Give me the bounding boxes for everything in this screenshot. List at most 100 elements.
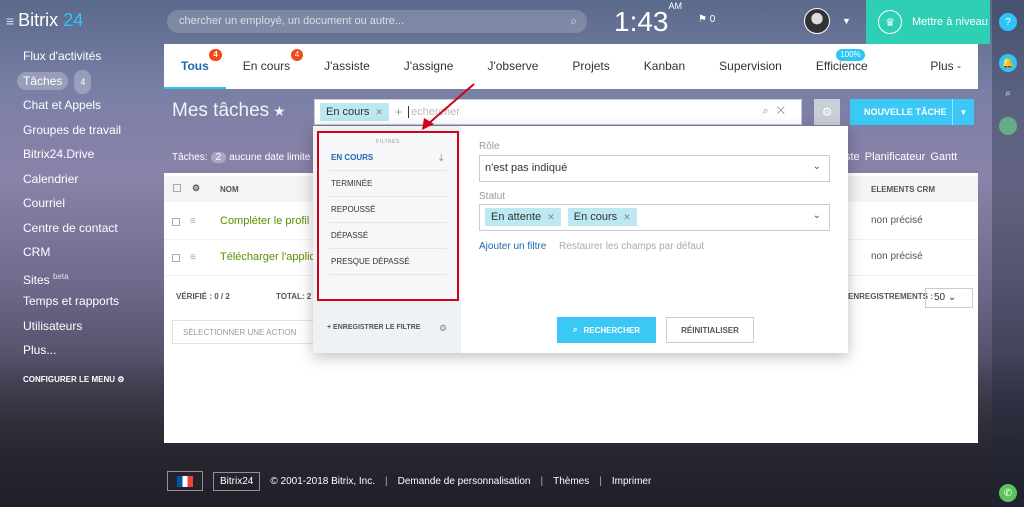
- help-icon[interactable]: ?: [999, 13, 1017, 31]
- preset-depasse[interactable]: DÉPASSÉ: [329, 223, 447, 249]
- presets-panel: FILTRES EN COURS ⇣ TERMINÉE REPOUSSÉ DÉPA…: [313, 126, 461, 353]
- crown-icon: ♛: [878, 10, 902, 34]
- left-menu: Flux d'activités Tâches 4 Chat et Appels …: [0, 44, 160, 384]
- menu-item-crm[interactable]: CRM: [0, 240, 160, 265]
- search-icon: ⌕: [573, 325, 578, 334]
- chevron-down-icon[interactable]: ▼: [952, 99, 974, 125]
- tab-jassiste[interactable]: J'assiste: [307, 44, 387, 89]
- close-icon[interactable]: ✕: [623, 212, 631, 222]
- menu-item-plus[interactable]: Plus...: [0, 338, 160, 363]
- gear-icon: ⚙: [821, 105, 833, 119]
- row-checkbox[interactable]: [172, 254, 180, 262]
- menu-item-contact[interactable]: Centre de contact: [0, 216, 160, 241]
- gear-icon[interactable]: ⚙: [192, 183, 200, 194]
- menu-item-temps[interactable]: Temps et rapports: [0, 289, 160, 314]
- annotation-arrow: [422, 83, 475, 130]
- add-filter-link[interactable]: Ajouter un filtre: [479, 241, 546, 252]
- preset-repousse[interactable]: REPOUSSÉ: [329, 197, 447, 223]
- language-selector[interactable]: [167, 471, 203, 491]
- copyright: © 2001-2018 Bitrix, Inc.: [270, 475, 376, 487]
- menu-item-flux[interactable]: Flux d'activités: [0, 44, 160, 69]
- per-page-select[interactable]: 50 ⌄: [925, 288, 973, 308]
- status-label: Statut: [479, 191, 506, 202]
- menu-item-taches[interactable]: Tâches 4: [0, 69, 160, 94]
- chevron-down-icon: ⌄: [812, 210, 821, 221]
- gear-icon[interactable]: ⚙: [439, 323, 447, 334]
- search-button[interactable]: ⌕ RECHERCHER: [557, 317, 656, 343]
- save-filter-button[interactable]: + ENREGISTRER LE FILTRE: [327, 324, 420, 331]
- role-label: Rôle: [479, 141, 500, 152]
- menu-item-sites[interactable]: Sites beta: [0, 265, 160, 290]
- tab-kanban[interactable]: Kanban: [627, 44, 702, 89]
- close-icon[interactable]: ✕: [375, 107, 383, 117]
- menu-item-chat[interactable]: Chat et Appels: [0, 93, 160, 118]
- chevron-down-icon[interactable]: ▼: [842, 16, 851, 26]
- menu-item-calendrier[interactable]: Calendrier: [0, 167, 160, 192]
- pin-icon[interactable]: ⇣: [437, 145, 445, 171]
- avatar[interactable]: [804, 8, 830, 34]
- filter-links: Ajouter un filtre Restaurer les champs p…: [479, 241, 704, 252]
- new-task-button[interactable]: NOUVELLE TÂCHE ▼: [850, 99, 974, 125]
- top-bar: ≡ Bitrix 24 chercher un employé, un docum…: [0, 0, 992, 44]
- task-counter: Tâches: 2 aucune date limite: [172, 152, 311, 163]
- restore-defaults-link[interactable]: Restaurer les champs par défaut: [559, 241, 704, 252]
- bell-icon[interactable]: 🔔: [999, 54, 1017, 72]
- menu-item-utilisateurs[interactable]: Utilisateurs: [0, 314, 160, 339]
- menu-item-courriel[interactable]: Courriel: [0, 191, 160, 216]
- task-tabs: Tous 4 En cours 4 J'assiste J'assigne J'ob…: [164, 44, 978, 89]
- close-icon[interactable]: ✕: [777, 105, 793, 117]
- presets-list: FILTRES EN COURS ⇣ TERMINÉE REPOUSSÉ DÉPA…: [317, 131, 459, 301]
- flag-counter[interactable]: ⚑ 0: [698, 14, 715, 25]
- menu-icon[interactable]: ≡: [6, 13, 14, 29]
- avatar[interactable]: [999, 117, 1017, 135]
- star-icon[interactable]: ★: [273, 103, 286, 119]
- action-select[interactable]: SÉLECTIONNER UNE ACTION: [172, 320, 320, 344]
- status-chip[interactable]: En attente ✕: [485, 208, 561, 226]
- footer-link-print[interactable]: Imprimer: [612, 476, 651, 487]
- menu-icon[interactable]: ≡: [190, 252, 196, 263]
- tab-plus[interactable]: Plus -: [913, 44, 978, 89]
- row-checkbox[interactable]: [172, 218, 180, 226]
- menu-item-groupes[interactable]: Groupes de travail: [0, 118, 160, 143]
- footer-link-personalization[interactable]: Demande de personnalisation: [398, 476, 531, 487]
- reset-button[interactable]: RÉINITIALISER: [666, 317, 754, 343]
- status-select[interactable]: En attente ✕ En cours ✕ ⌄: [479, 204, 830, 231]
- global-search-input[interactable]: chercher un employé, un document ou autr…: [167, 10, 587, 33]
- menu-item-drive[interactable]: Bitrix24.Drive: [0, 142, 160, 167]
- search-icon[interactable]: ⌕: [999, 84, 1017, 102]
- tab-en-cours[interactable]: En cours 4: [226, 44, 307, 89]
- page-title: Mes tâches ★: [172, 100, 286, 121]
- logo[interactable]: ≡ Bitrix 24: [6, 10, 83, 31]
- phone-icon[interactable]: ✆: [999, 484, 1017, 502]
- tab-efficience[interactable]: Efficience 100%: [799, 44, 885, 89]
- preset-presque-depasse[interactable]: PRESQUE DÉPASSÉ: [329, 249, 447, 275]
- settings-button[interactable]: ⚙: [814, 99, 840, 125]
- filter-popup: FILTRES EN COURS ⇣ TERMINÉE REPOUSSÉ DÉPA…: [313, 126, 848, 353]
- gear-icon: ⚙: [117, 374, 125, 384]
- tab-tous[interactable]: Tous 4: [164, 44, 226, 89]
- footer-link-themes[interactable]: Thèmes: [553, 476, 589, 487]
- search-icon: ⌕: [570, 14, 577, 28]
- filter-chip[interactable]: En cours ✕: [320, 103, 389, 121]
- menu-icon[interactable]: ≡: [190, 216, 196, 227]
- tab-jobserve[interactable]: J'observe: [470, 44, 555, 89]
- flag-icon: ⚑: [698, 14, 707, 25]
- clock[interactable]: 1:43AM: [614, 1, 682, 38]
- flag-icon: [177, 475, 193, 487]
- upgrade-button[interactable]: ♛ Mettre à niveau: [866, 0, 990, 44]
- close-icon[interactable]: ✕: [547, 212, 555, 222]
- filter-search-bar[interactable]: En cours ✕ + echercher ⌕✕: [314, 99, 802, 125]
- bitrix-brand[interactable]: Bitrix24: [213, 471, 261, 491]
- status-chip[interactable]: En cours ✕: [567, 208, 637, 226]
- chevron-down-icon: ⌄: [947, 292, 957, 303]
- view-switcher[interactable]: ste Planificateur Gantt: [845, 151, 957, 163]
- search-icon[interactable]: ⌕: [762, 105, 776, 117]
- tab-projets[interactable]: Projets: [555, 44, 626, 89]
- right-rail: ? 🔔 ⌕ ✆: [992, 0, 1024, 507]
- select-all-checkbox[interactable]: [173, 184, 181, 192]
- preset-en-cours[interactable]: EN COURS ⇣: [329, 145, 447, 171]
- preset-terminee[interactable]: TERMINÉE: [329, 171, 447, 197]
- configure-menu-link[interactable]: CONFIGURER LE MENU ⚙: [0, 375, 160, 384]
- role-select[interactable]: n'est pas indiqué ⌄: [479, 155, 830, 182]
- tab-supervision[interactable]: Supervision: [702, 44, 799, 89]
